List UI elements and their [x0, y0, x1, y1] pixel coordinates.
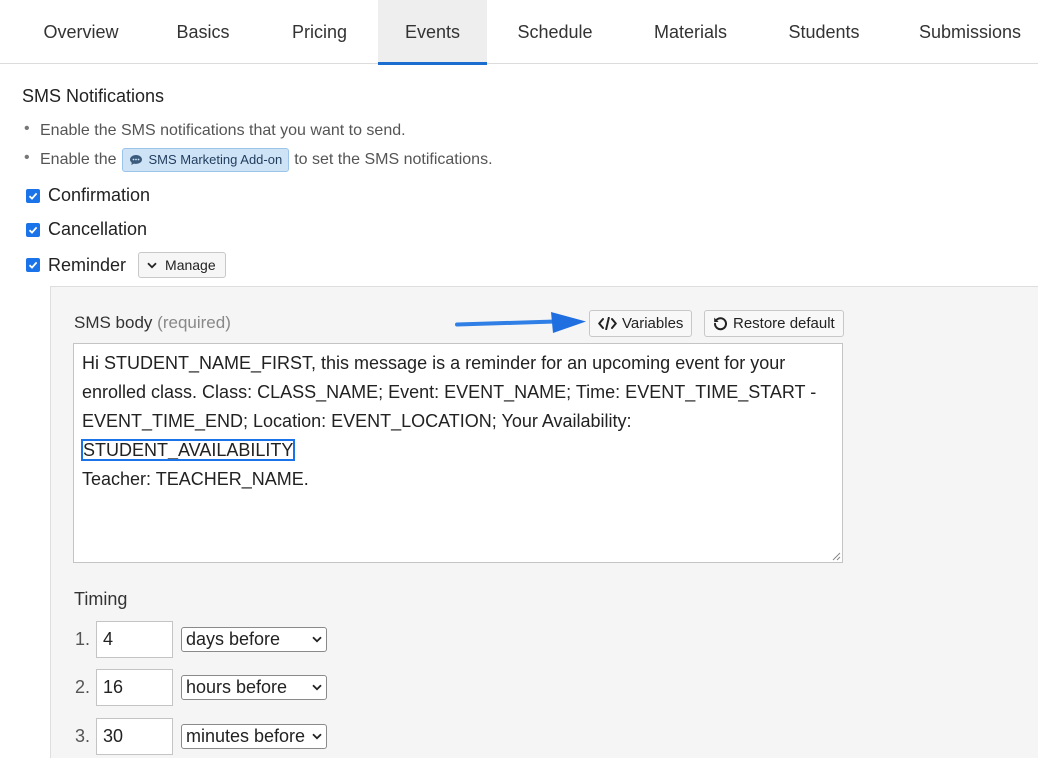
restore-label: Restore default	[733, 315, 835, 332]
info-bullet: Enable the SMS Marketing Add-on to set t…	[24, 145, 493, 174]
variables-label: Variables	[622, 315, 684, 332]
timing-unit-value: days before	[186, 629, 281, 649]
sms-body-label-text: SMS body	[74, 313, 153, 332]
chevron-down-icon	[312, 733, 322, 740]
checkmark-icon	[28, 226, 38, 234]
confirmation-label: Confirmation	[48, 185, 151, 205]
resize-handle-icon[interactable]	[831, 551, 841, 561]
info-list: Enable the SMS notifications that you wa…	[24, 116, 493, 174]
tab-submissions[interactable]: Submissions	[890, 0, 1038, 64]
sms-body-textarea[interactable]: Hi STUDENT_NAME_FIRST, this message is a…	[73, 343, 843, 563]
timing-amount-input[interactable]: 30	[96, 718, 173, 755]
manage-label: Manage	[165, 257, 216, 273]
timing-index: 3.	[75, 726, 91, 746]
confirmation-checkbox[interactable]	[26, 188, 40, 203]
timing-row: 1. 4 days before	[75, 621, 327, 658]
timing-row: 2. 16 hours before	[75, 669, 327, 706]
info-text: Enable the	[40, 150, 117, 168]
tab-pricing[interactable]: Pricing	[261, 0, 378, 64]
chevron-down-icon	[147, 262, 157, 268]
info-bullet: Enable the SMS notifications that you wa…	[24, 116, 493, 145]
required-hint: (required)	[157, 313, 231, 332]
reminder-checkbox[interactable]	[26, 258, 40, 272]
code-icon	[598, 317, 617, 330]
timing-row: 3. 30 minutes before	[75, 718, 327, 755]
sms-body-text: Hi STUDENT_NAME_FIRST, this message is a…	[82, 353, 817, 431]
timing-unit-select[interactable]: hours before	[181, 675, 327, 700]
selected-variable: STUDENT_AVAILABILITY	[80, 439, 296, 461]
timing-index: 1.	[75, 629, 91, 649]
variables-button[interactable]: Variables	[589, 310, 693, 337]
sms-body-text-end: Teacher: TEACHER_NAME.	[82, 469, 309, 489]
chevron-down-icon	[312, 636, 322, 643]
tab-bar: Overview Basics Pricing Events Schedule …	[0, 0, 1038, 65]
tab-schedule[interactable]: Schedule	[487, 0, 623, 64]
cancellation-checkbox[interactable]	[26, 222, 40, 237]
tab-events[interactable]: Events	[378, 0, 487, 65]
timing-unit-select[interactable]: minutes before	[181, 724, 327, 749]
sms-body-label: SMS body (required)	[74, 313, 231, 333]
pointer-arrow-icon	[455, 312, 586, 333]
restore-icon	[714, 317, 727, 331]
timing-unit-value: hours before	[186, 677, 288, 697]
timing-label: Timing	[74, 589, 128, 609]
timing-amount-input[interactable]: 16	[96, 669, 173, 706]
addon-label: SMS Marketing Add-on	[148, 151, 283, 167]
info-text: Enable the SMS notifications that you wa…	[40, 121, 406, 139]
timing-unit-select[interactable]: days before	[181, 627, 327, 652]
confirmation-option: Confirmation	[26, 185, 150, 206]
reminder-option: Reminder Manage	[26, 252, 226, 278]
sms-addon-link[interactable]: SMS Marketing Add-on	[121, 147, 290, 172]
chevron-down-icon	[312, 684, 322, 691]
timing-amount-input[interactable]: 4	[96, 621, 173, 658]
chat-bubble-icon	[129, 154, 142, 165]
timing-unit-value: minutes before	[186, 726, 306, 746]
checkmark-icon	[28, 192, 38, 200]
tab-students[interactable]: Students	[758, 0, 890, 64]
section-title: SMS Notifications	[22, 86, 165, 106]
cancellation-label: Cancellation	[48, 219, 148, 239]
tab-basics[interactable]: Basics	[145, 0, 261, 64]
tab-materials[interactable]: Materials	[623, 0, 758, 64]
tab-overview[interactable]: Overview	[17, 0, 145, 64]
timing-index: 2.	[75, 677, 91, 697]
restore-default-button[interactable]: Restore default	[704, 310, 844, 337]
cancellation-option: Cancellation	[26, 219, 147, 240]
checkmark-icon	[28, 261, 38, 269]
manage-button[interactable]: Manage	[138, 252, 226, 278]
reminder-label: Reminder	[48, 254, 127, 275]
info-text: to set the SMS notifications.	[294, 150, 493, 168]
